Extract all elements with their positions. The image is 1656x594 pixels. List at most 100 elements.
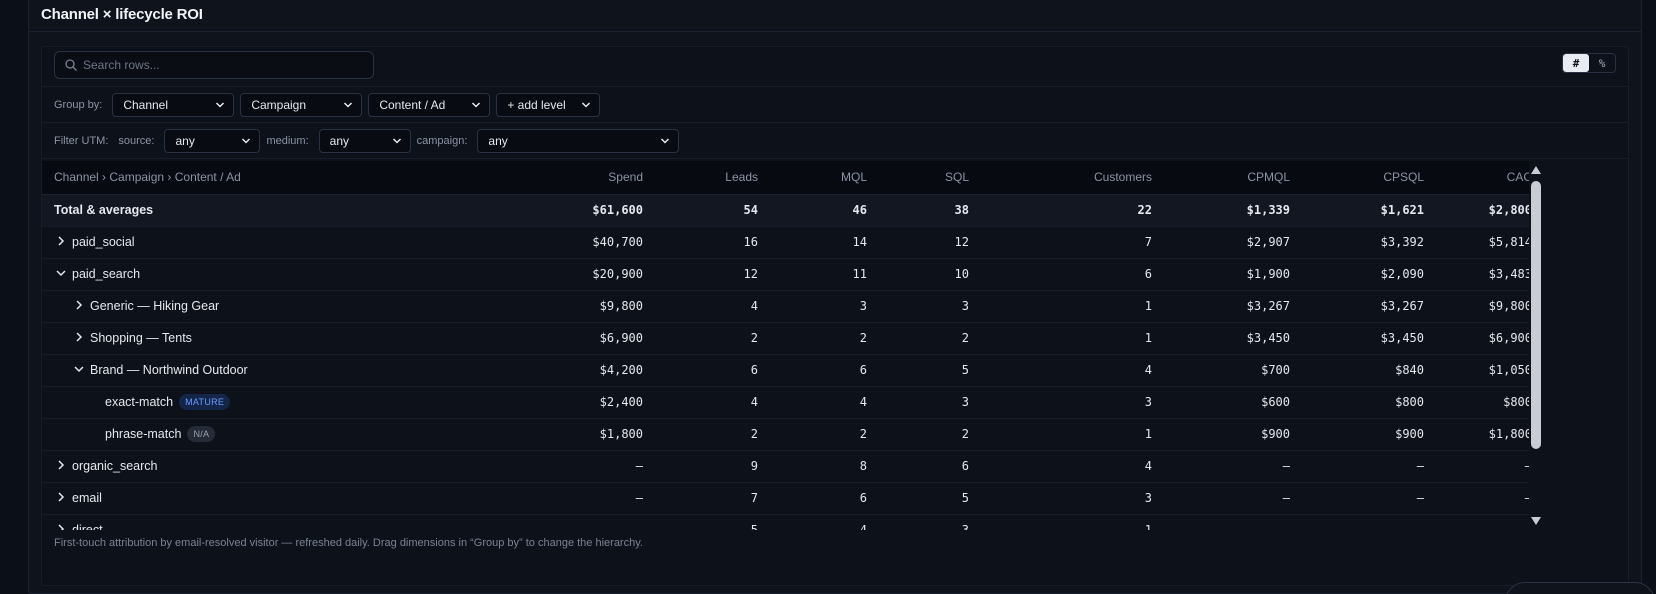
table-cell: $6,900	[1434, 322, 1542, 355]
table-cell: $900	[1300, 418, 1434, 451]
row-label: organic_search	[72, 459, 158, 473]
group-level-3-select[interactable]: Content / Ad	[368, 92, 491, 117]
table-row[interactable]: organic_search — 9 8 6 4 — — —	[42, 450, 1542, 483]
column-header[interactable]: CPSQL	[1300, 161, 1434, 195]
table-cell: 54	[653, 194, 768, 227]
scrollbar-thumb[interactable]	[1531, 181, 1541, 449]
chevron-right-icon[interactable]	[54, 459, 68, 471]
table-row[interactable]: paid_search $20,900 12 11 10 6 $1,900 $2…	[42, 258, 1542, 291]
table-row[interactable]: exact-match MATURE $2,400 4 4 3 3 $600 $8…	[42, 386, 1542, 419]
table-cell: $800	[1434, 386, 1542, 419]
table-cell: 1	[979, 514, 1162, 530]
table-cell: $40,700	[532, 226, 653, 259]
column-header[interactable]: Spend	[532, 161, 653, 195]
scroll-down-arrow-icon[interactable]	[1530, 516, 1542, 526]
roi-panel: Channel × lifecycle ROI # % Group by: Ch…	[28, 0, 1642, 594]
table-cell: $2,907	[1162, 226, 1300, 259]
table-cell: 7	[979, 226, 1162, 259]
table-cell: $5,814	[1434, 226, 1542, 259]
add-level-select[interactable]: + add level	[496, 92, 601, 117]
table-cell: 22	[979, 194, 1162, 227]
table-cell: $800	[1300, 386, 1434, 419]
table-cell: $2,400	[532, 386, 653, 419]
scroll-up-arrow-icon[interactable]	[1530, 165, 1542, 175]
vertical-scrollbar[interactable]	[1529, 161, 1543, 530]
row-label: paid_social	[72, 235, 135, 249]
table-cell: $1,800	[1434, 418, 1542, 451]
table-cell: $1,800	[532, 418, 653, 451]
chevron-right-icon[interactable]	[54, 491, 68, 503]
search-box[interactable]	[54, 51, 374, 79]
row-label: direct	[72, 523, 103, 530]
count-mode-button[interactable]: #	[1563, 54, 1589, 72]
chevron-right-icon[interactable]	[72, 331, 86, 343]
table-cell	[532, 514, 653, 530]
row-label: paid_search	[72, 267, 141, 281]
table-row[interactable]: paid_social $40,700 16 14 12 7 $2,907 $3…	[42, 226, 1542, 259]
search-input[interactable]	[83, 55, 363, 75]
table-cell: $1,339	[1162, 194, 1300, 227]
table-cell: 6	[979, 258, 1162, 291]
chevron-right-icon[interactable]	[54, 235, 68, 247]
floating-widget[interactable]	[1505, 582, 1655, 594]
column-header[interactable]: MQL	[768, 161, 877, 195]
panel-title: Channel × lifecycle ROI	[41, 6, 203, 23]
group-level-2-select[interactable]: Campaign	[240, 92, 363, 117]
table-cell: 2	[768, 418, 877, 451]
row-label-cell: Brand — Northwind Outdoor	[42, 354, 532, 387]
row-label-cell: phrase-match N/A	[42, 418, 532, 451]
table-cell: 11	[768, 258, 877, 291]
table-cell: 12	[653, 258, 768, 291]
column-header[interactable]: CAC	[1434, 161, 1542, 195]
table-cell: 4	[653, 386, 768, 419]
roi-table-viewport[interactable]: Channel › Campaign › Content / Ad Spend …	[42, 161, 1542, 530]
table-cell: $9,800	[1434, 290, 1542, 323]
source-label: source:	[118, 134, 155, 147]
row-label-cell: email	[42, 482, 532, 515]
table-row[interactable]: Shopping — Tents $6,900 2 2 2 1 $3,450 $…	[42, 322, 1542, 355]
table-cell: 10	[877, 258, 979, 291]
group-level-1-select[interactable]: Channel	[112, 92, 235, 117]
table-row[interactable]: Generic — Hiking Gear $9,800 4 3 3 1 $3,…	[42, 290, 1542, 323]
column-header[interactable]: Leads	[653, 161, 768, 195]
campaign-value: any	[488, 133, 508, 148]
table-cell: 5	[877, 354, 979, 387]
column-header[interactable]: SQL	[877, 161, 979, 195]
chevron-down-icon[interactable]	[54, 267, 68, 279]
source-select[interactable]: any	[164, 128, 261, 153]
table-row[interactable]: direct 5 4 3 1	[42, 514, 1542, 530]
panel-header: Channel × lifecycle ROI	[29, 0, 1641, 32]
campaign-select[interactable]: any	[477, 128, 680, 153]
table-header-row: Channel › Campaign › Content / Ad Spend …	[42, 161, 1542, 195]
row-label-cell: organic_search	[42, 450, 532, 483]
table-cell: 16	[653, 226, 768, 259]
table-cell: —	[1434, 482, 1542, 515]
chevron-right-icon[interactable]	[54, 523, 68, 530]
table-cell	[1434, 514, 1542, 530]
table-cell: 2	[877, 418, 979, 451]
column-header[interactable]: CPMQL	[1162, 161, 1300, 195]
add-level-label: + add level	[507, 97, 566, 112]
column-header[interactable]: Channel › Campaign › Content / Ad	[42, 161, 532, 195]
table-cell: 3	[768, 290, 877, 323]
table-cell: $61,600	[532, 194, 653, 227]
chevron-down-icon[interactable]	[72, 363, 86, 375]
table-cell	[1300, 514, 1434, 530]
table-cell: 5	[653, 514, 768, 530]
table-cell: 2	[768, 322, 877, 355]
chevron-right-icon[interactable]	[72, 299, 86, 311]
medium-select[interactable]: any	[318, 128, 411, 153]
table-row[interactable]: phrase-match N/A $1,800 2 2 2 1 $900 $900…	[42, 418, 1542, 451]
table-cell: 14	[768, 226, 877, 259]
percent-mode-button[interactable]: %	[1589, 54, 1615, 72]
table-cell: —	[1300, 450, 1434, 483]
row-label-cell: paid_social	[42, 226, 532, 259]
table-row[interactable]: email — 7 6 5 3 — — —	[42, 482, 1542, 515]
chevron-down-icon	[242, 137, 251, 144]
status-badge: N/A	[187, 426, 216, 442]
table-row[interactable]: Brand — Northwind Outdoor $4,200 6 6 5 4…	[42, 354, 1542, 387]
column-header[interactable]: Customers	[979, 161, 1162, 195]
table-cell: 6	[768, 354, 877, 387]
table-cell: $700	[1162, 354, 1300, 387]
status-badge: MATURE	[179, 394, 231, 410]
